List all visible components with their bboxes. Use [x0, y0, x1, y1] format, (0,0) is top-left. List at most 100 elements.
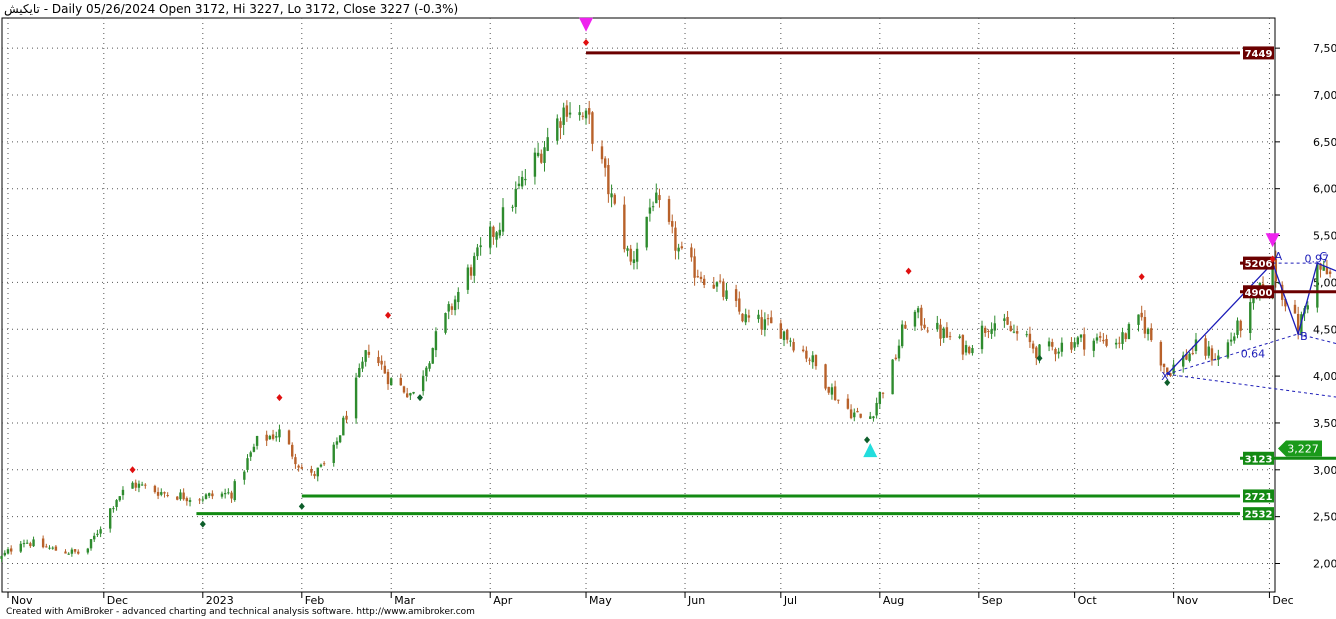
resistance-level-label: 5206	[1245, 259, 1273, 270]
candle-body	[1204, 338, 1207, 356]
candle-body	[936, 322, 939, 330]
candle-body	[520, 176, 524, 187]
candle-body	[900, 324, 904, 347]
candle-body	[131, 482, 134, 489]
candle-body	[562, 107, 565, 125]
support-level-label: 3123	[1245, 454, 1273, 465]
support-level-label: 2721	[1245, 492, 1273, 503]
candle-body	[243, 471, 246, 480]
candle-body	[1146, 328, 1150, 335]
candle-body	[584, 110, 588, 119]
candle-body	[297, 465, 300, 468]
candle-body	[211, 493, 214, 497]
candle-body	[655, 192, 658, 204]
candle-body	[801, 349, 805, 352]
candle-body	[140, 484, 144, 486]
candle-body	[779, 323, 783, 339]
candle-body	[67, 553, 70, 555]
peak-triangle-marker	[579, 17, 594, 32]
candle-body	[543, 147, 546, 163]
candle-body	[718, 280, 722, 282]
candle-body	[246, 458, 249, 470]
pattern-ratio-label: 0.97	[1305, 253, 1330, 266]
candle-body	[942, 328, 945, 338]
candle-body	[993, 323, 996, 331]
candle-body	[875, 402, 878, 416]
candle-body	[233, 481, 236, 501]
candle-body	[632, 259, 636, 264]
candle-body	[310, 468, 313, 473]
candle-body	[9, 548, 13, 552]
candle-body	[121, 489, 125, 496]
x-tick-label: Sep	[982, 594, 1003, 607]
candle-body	[853, 412, 856, 418]
candle-body	[757, 314, 760, 320]
candle-body	[651, 206, 655, 208]
x-tick-label: Dec	[107, 594, 128, 607]
candle-body	[6, 549, 10, 554]
candle-body	[984, 327, 987, 333]
candle-body	[1057, 351, 1060, 354]
x-tick-label: Nov	[11, 594, 33, 607]
candle-body	[1140, 312, 1143, 318]
candle-body	[923, 324, 926, 329]
candle-body	[163, 492, 166, 494]
candle-body	[364, 350, 367, 362]
candle-body	[383, 365, 387, 374]
candle-body	[958, 336, 961, 338]
candle-body	[1121, 332, 1124, 344]
candle-body	[48, 547, 51, 549]
candle-body	[559, 121, 562, 128]
candle-body	[402, 386, 406, 393]
candle-body	[434, 331, 438, 351]
candle-body	[188, 500, 192, 502]
candle-body	[137, 483, 141, 488]
sell-signal-dot	[583, 39, 590, 47]
price-chart[interactable]: 2,0002,5003,0003,5004,0004,5005,0005,500…	[0, 0, 1336, 619]
candle-body	[29, 543, 32, 547]
candle-body	[1047, 341, 1051, 347]
candle-body	[1054, 349, 1057, 355]
candle-body	[93, 535, 96, 540]
candle-body	[603, 158, 607, 168]
candle-body	[294, 457, 297, 465]
x-tick-label: Mar	[394, 594, 415, 607]
candle-body	[1083, 334, 1086, 350]
candle-body	[1328, 271, 1332, 274]
candle-body	[556, 118, 559, 141]
candle-body	[108, 508, 112, 529]
candle-body	[1025, 334, 1028, 336]
candle-body	[747, 315, 751, 318]
candle-body	[144, 484, 147, 486]
candle-body	[361, 361, 364, 369]
candle-body	[1236, 320, 1239, 335]
candle-body	[230, 492, 233, 499]
candle-body	[134, 482, 137, 488]
candle-body	[358, 367, 361, 377]
peak-triangle-marker	[1265, 233, 1280, 248]
candle-body	[1217, 355, 1220, 360]
candle-body	[271, 434, 275, 439]
candle-body	[313, 473, 316, 477]
candle-body	[425, 367, 428, 376]
candle-body	[1015, 331, 1019, 334]
candle-body	[623, 204, 626, 250]
candle-body	[405, 393, 409, 398]
candle-body	[1239, 320, 1242, 331]
y-tick-label: 6,000	[1313, 183, 1336, 196]
candle-body	[658, 195, 661, 201]
candle-body	[811, 355, 814, 363]
candle-body	[939, 324, 942, 339]
candle-body	[64, 551, 67, 554]
candle-body	[980, 325, 984, 350]
candle-body	[859, 413, 862, 418]
candle-body	[1098, 336, 1102, 338]
candle-body	[610, 193, 613, 198]
candle-body	[386, 371, 390, 385]
candle-body	[278, 429, 281, 438]
candle-body	[444, 313, 447, 333]
y-tick-label: 6,500	[1313, 136, 1336, 149]
candle-body	[1143, 316, 1147, 334]
candle-body	[702, 278, 706, 285]
candle-body	[1070, 342, 1073, 350]
